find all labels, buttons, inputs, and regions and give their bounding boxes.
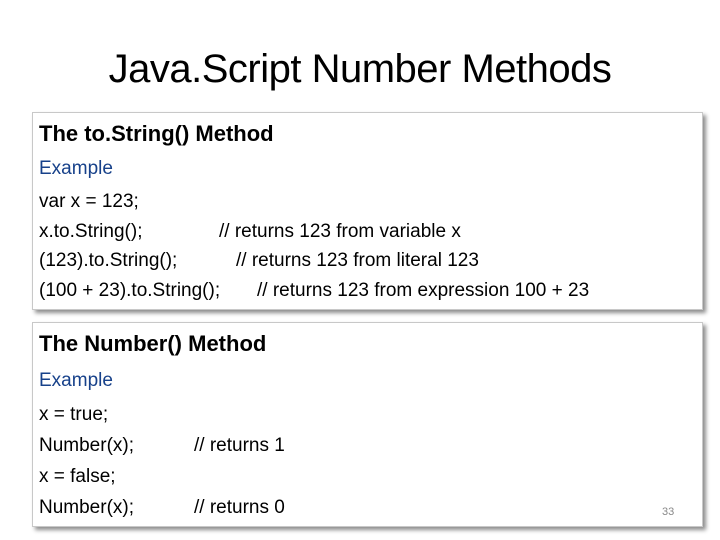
section-heading: The to.String() Method <box>39 121 274 146</box>
code-comment: // returns 0 <box>194 497 285 518</box>
code-text: Number(x); <box>39 497 135 518</box>
code-line: var x = 123; <box>39 187 696 217</box>
code-comment: // returns 123 from expression 100 + 23 <box>257 279 590 301</box>
code-text: (123).to.String(); <box>39 250 178 271</box>
code-line: (100 + 23).to.String(); // returns 123 f… <box>39 276 696 306</box>
code-line: (123).to.String(); // returns 123 from l… <box>39 246 696 276</box>
code-comment: // returns 123 from variable x <box>219 220 461 242</box>
code-comment: // returns 1 <box>194 435 285 456</box>
code-block: var x = 123; x.to.String(); // returns 1… <box>39 187 696 305</box>
code-line: x = true; <box>39 399 696 430</box>
example-label: Example <box>39 370 113 391</box>
code-text: x = false; <box>39 466 116 487</box>
code-text: (100 + 23).to.String(); <box>39 279 221 301</box>
code-line: x.to.String(); // returns 123 from varia… <box>39 217 696 247</box>
number-section: The Number() Method Example x = true; Nu… <box>32 322 703 527</box>
code-text: var x = 123; <box>39 191 139 212</box>
code-comment: // returns 123 from literal 123 <box>236 250 479 271</box>
tostring-section: The to.String() Method Example var x = 1… <box>32 112 703 310</box>
slide: Java.Script Number Methods The to.String… <box>0 0 720 540</box>
page-number: 33 <box>662 506 675 518</box>
section-heading: The Number() Method <box>39 331 267 356</box>
code-text: x.to.String(); <box>39 220 143 242</box>
slide-title: Java.Script Number Methods <box>108 47 612 91</box>
example-label: Example <box>39 158 113 179</box>
code-text: x = true; <box>39 404 109 425</box>
code-block: x = true; Number(x); // returns 1 x = fa… <box>39 399 696 523</box>
code-line: Number(x); // returns 1 <box>39 430 696 461</box>
code-line: Number(x); // returns 0 <box>39 492 696 523</box>
code-line: x = false; <box>39 461 696 492</box>
code-text: Number(x); <box>39 435 135 456</box>
